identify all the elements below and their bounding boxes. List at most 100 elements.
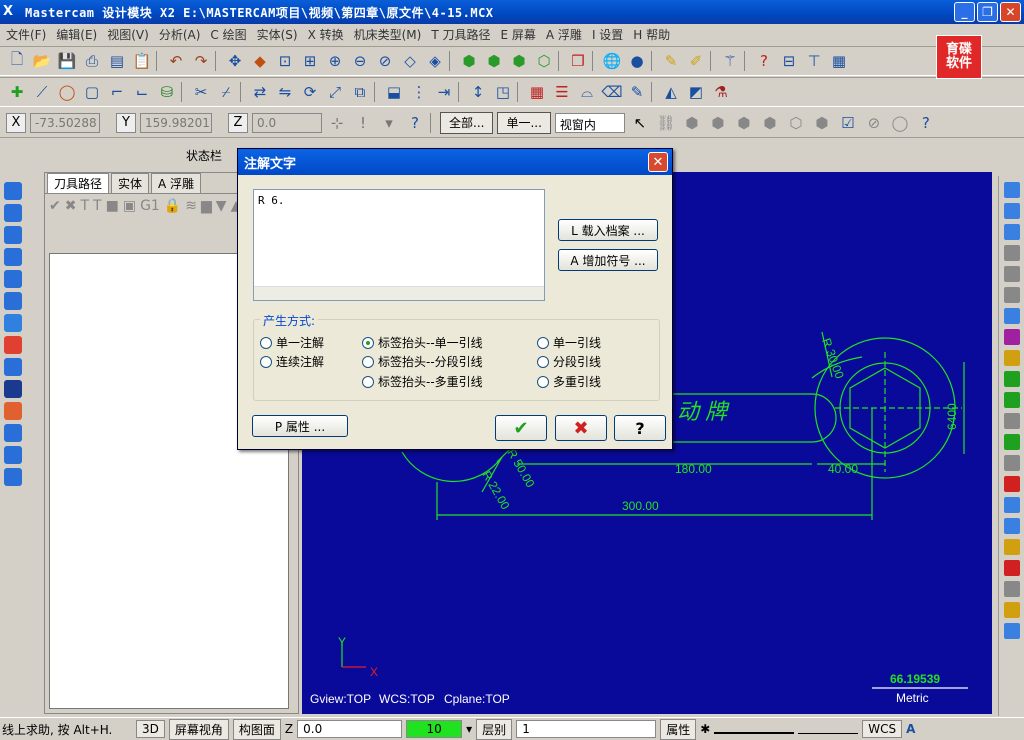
z-coord-label[interactable]: Z bbox=[228, 112, 248, 133]
area-sel-icon[interactable]: ⬢ bbox=[759, 112, 781, 134]
menu-xform[interactable]: X 转换 bbox=[308, 26, 344, 43]
select-dirty-ops-icon[interactable]: ✖ bbox=[65, 198, 77, 241]
r-tool-18-icon[interactable] bbox=[1003, 539, 1020, 555]
fit-icon[interactable]: ⊡ bbox=[274, 50, 296, 72]
r-tool-3-icon[interactable] bbox=[1003, 224, 1020, 240]
restore-button[interactable]: ❐ bbox=[977, 2, 998, 22]
verify-sel-icon[interactable]: ⬢ bbox=[811, 112, 833, 134]
r-tool-6-icon[interactable] bbox=[1003, 287, 1020, 303]
3d-button[interactable]: 3D bbox=[136, 720, 165, 738]
brush-icon[interactable]: ✎ bbox=[626, 81, 648, 103]
array-icon[interactable]: ⋮ bbox=[408, 81, 430, 103]
trim-icon[interactable]: ✂ bbox=[190, 81, 212, 103]
r-tool-12-icon[interactable] bbox=[1003, 413, 1020, 429]
color-field[interactable]: 10 bbox=[406, 720, 463, 738]
r-tool-5-icon[interactable] bbox=[1003, 266, 1020, 282]
list-tool-icon[interactable] bbox=[4, 468, 22, 486]
r-tool-20-icon[interactable] bbox=[1003, 581, 1020, 597]
line-icon[interactable]: ⟋ bbox=[31, 81, 53, 103]
lines-icon[interactable]: ☰ bbox=[551, 81, 573, 103]
cube-front-icon[interactable]: ⬢ bbox=[508, 50, 530, 72]
move-down-icon[interactable]: ▼ bbox=[216, 198, 227, 241]
menu-machine-type[interactable]: 机床类型(M) bbox=[354, 26, 422, 43]
regen-icon[interactable]: T bbox=[80, 198, 89, 241]
measure-icon[interactable]: ◳ bbox=[492, 81, 514, 103]
r-tool-1-icon[interactable] bbox=[1003, 182, 1020, 198]
translate-icon[interactable]: ⇄ bbox=[249, 81, 271, 103]
r-tool-11-icon[interactable] bbox=[1003, 392, 1020, 408]
color-dropdown-icon[interactable]: ▾ bbox=[466, 722, 472, 736]
z-coord-field[interactable]: 0.0 bbox=[252, 112, 322, 133]
point-icon[interactable]: ✚ bbox=[6, 81, 28, 103]
x-coord-label[interactable]: X bbox=[6, 112, 26, 133]
mirror-icon[interactable]: ⇋ bbox=[274, 81, 296, 103]
radio-multiple-leader[interactable]: 多重引线 bbox=[537, 373, 601, 390]
window-sel-icon[interactable]: ⬢ bbox=[681, 112, 703, 134]
tree-icon[interactable]: ⊟ bbox=[778, 50, 800, 72]
select-all-ops-icon[interactable]: ✔ bbox=[49, 198, 61, 241]
r-tool-17-icon[interactable] bbox=[1003, 518, 1020, 534]
cube-top-icon[interactable]: ⬢ bbox=[483, 50, 505, 72]
toolpath-down-icon[interactable] bbox=[4, 248, 22, 266]
shading-icon[interactable]: ◈ bbox=[424, 50, 446, 72]
new-file-icon[interactable]: 🗋 bbox=[6, 50, 28, 72]
layer-field[interactable]: 1 bbox=[516, 720, 657, 738]
point-style-icon[interactable]: ✱ bbox=[700, 722, 710, 736]
close-button[interactable]: ✕ bbox=[1000, 2, 1021, 22]
open-file-icon[interactable]: 📂 bbox=[31, 50, 53, 72]
grid-icon[interactable]: ▦ bbox=[526, 81, 548, 103]
regen-dirty-icon[interactable]: T bbox=[93, 198, 102, 241]
menu-solids[interactable]: 实体(S) bbox=[257, 26, 298, 43]
horizontal-scrollbar[interactable] bbox=[254, 286, 544, 300]
menu-create[interactable]: C 绘图 bbox=[210, 26, 246, 43]
r-tool-16-icon[interactable] bbox=[1003, 497, 1020, 513]
rectangle-icon[interactable]: ▢ bbox=[81, 81, 103, 103]
solid-sel-icon[interactable]: ⬡ bbox=[785, 112, 807, 134]
attributes-button[interactable]: 属性 bbox=[660, 718, 697, 740]
auto-cursor-icon[interactable]: ! bbox=[352, 112, 374, 134]
toolpath-up-icon[interactable] bbox=[4, 182, 22, 200]
tab-solids[interactable]: 实体 bbox=[111, 173, 150, 193]
wand-icon[interactable]: ⚚ bbox=[719, 50, 741, 72]
screen-view-button[interactable]: 屏幕视角 bbox=[168, 718, 229, 740]
r-tool-2-icon[interactable] bbox=[1003, 203, 1020, 219]
save-icon[interactable]: 💾 bbox=[56, 50, 78, 72]
properties-button[interactable]: P 属性 ... bbox=[252, 415, 348, 437]
marker-icon[interactable]: ✐ bbox=[685, 50, 707, 72]
zoom-window-icon[interactable]: ⊞ bbox=[299, 50, 321, 72]
r-tool-4-icon[interactable] bbox=[1003, 245, 1020, 261]
menu-edit[interactable]: 编辑(E) bbox=[56, 26, 97, 43]
tab-toolpaths[interactable]: 刀具路径 bbox=[47, 173, 110, 193]
line-style-select[interactable] bbox=[714, 724, 795, 734]
cylinder-icon[interactable]: ⛁ bbox=[156, 81, 178, 103]
dropdown-icon[interactable]: ▾ bbox=[378, 112, 400, 134]
radio-label-multiple-leader[interactable]: 标签抬头--多重引线 bbox=[362, 373, 483, 390]
y-coord-label[interactable]: Y bbox=[116, 112, 136, 133]
radio-single-note[interactable]: 单一注解 bbox=[260, 334, 324, 351]
redo-icon[interactable]: ↷ bbox=[190, 50, 212, 72]
r-tool-14-icon[interactable] bbox=[1003, 455, 1020, 471]
radio-label-single-leader[interactable]: 标签抬头--单一引线 bbox=[362, 334, 483, 351]
toolpath-rotate-icon[interactable] bbox=[4, 226, 22, 244]
r-tool-15-icon[interactable] bbox=[1003, 476, 1020, 492]
construct-plane-button[interactable]: 构图面 bbox=[232, 718, 281, 740]
menu-toolpaths[interactable]: T 刀具路径 bbox=[431, 26, 490, 43]
eraser-icon[interactable]: ⌫ bbox=[601, 81, 623, 103]
break-icon[interactable]: ⌿ bbox=[215, 81, 237, 103]
load-file-button[interactable]: L 载入档案 ... bbox=[558, 219, 658, 241]
text-attr-icon[interactable]: A bbox=[906, 722, 915, 736]
r-tool-9-icon[interactable] bbox=[1003, 350, 1020, 366]
globe-icon[interactable]: 🌐 bbox=[601, 50, 623, 72]
polygon-sel-icon[interactable]: ⬢ bbox=[707, 112, 729, 134]
selection-mode-select[interactable]: 视窗内 bbox=[554, 112, 625, 133]
verify-icon[interactable]: ▣ bbox=[123, 198, 136, 241]
menu-art[interactable]: A 浮雕 bbox=[546, 26, 582, 43]
analyze-icon[interactable]: ↕ bbox=[467, 81, 489, 103]
offset-icon[interactable]: ⧉ bbox=[349, 81, 371, 103]
r-tool-7-icon[interactable] bbox=[1003, 308, 1020, 324]
note-text-input[interactable]: R 6. bbox=[253, 189, 545, 301]
undo-icon[interactable]: ↶ bbox=[165, 50, 187, 72]
menu-file[interactable]: 文件(F) bbox=[6, 26, 46, 43]
end-sel-icon[interactable]: ◯ bbox=[889, 112, 911, 134]
radio-single-leader[interactable]: 单一引线 bbox=[537, 334, 601, 351]
